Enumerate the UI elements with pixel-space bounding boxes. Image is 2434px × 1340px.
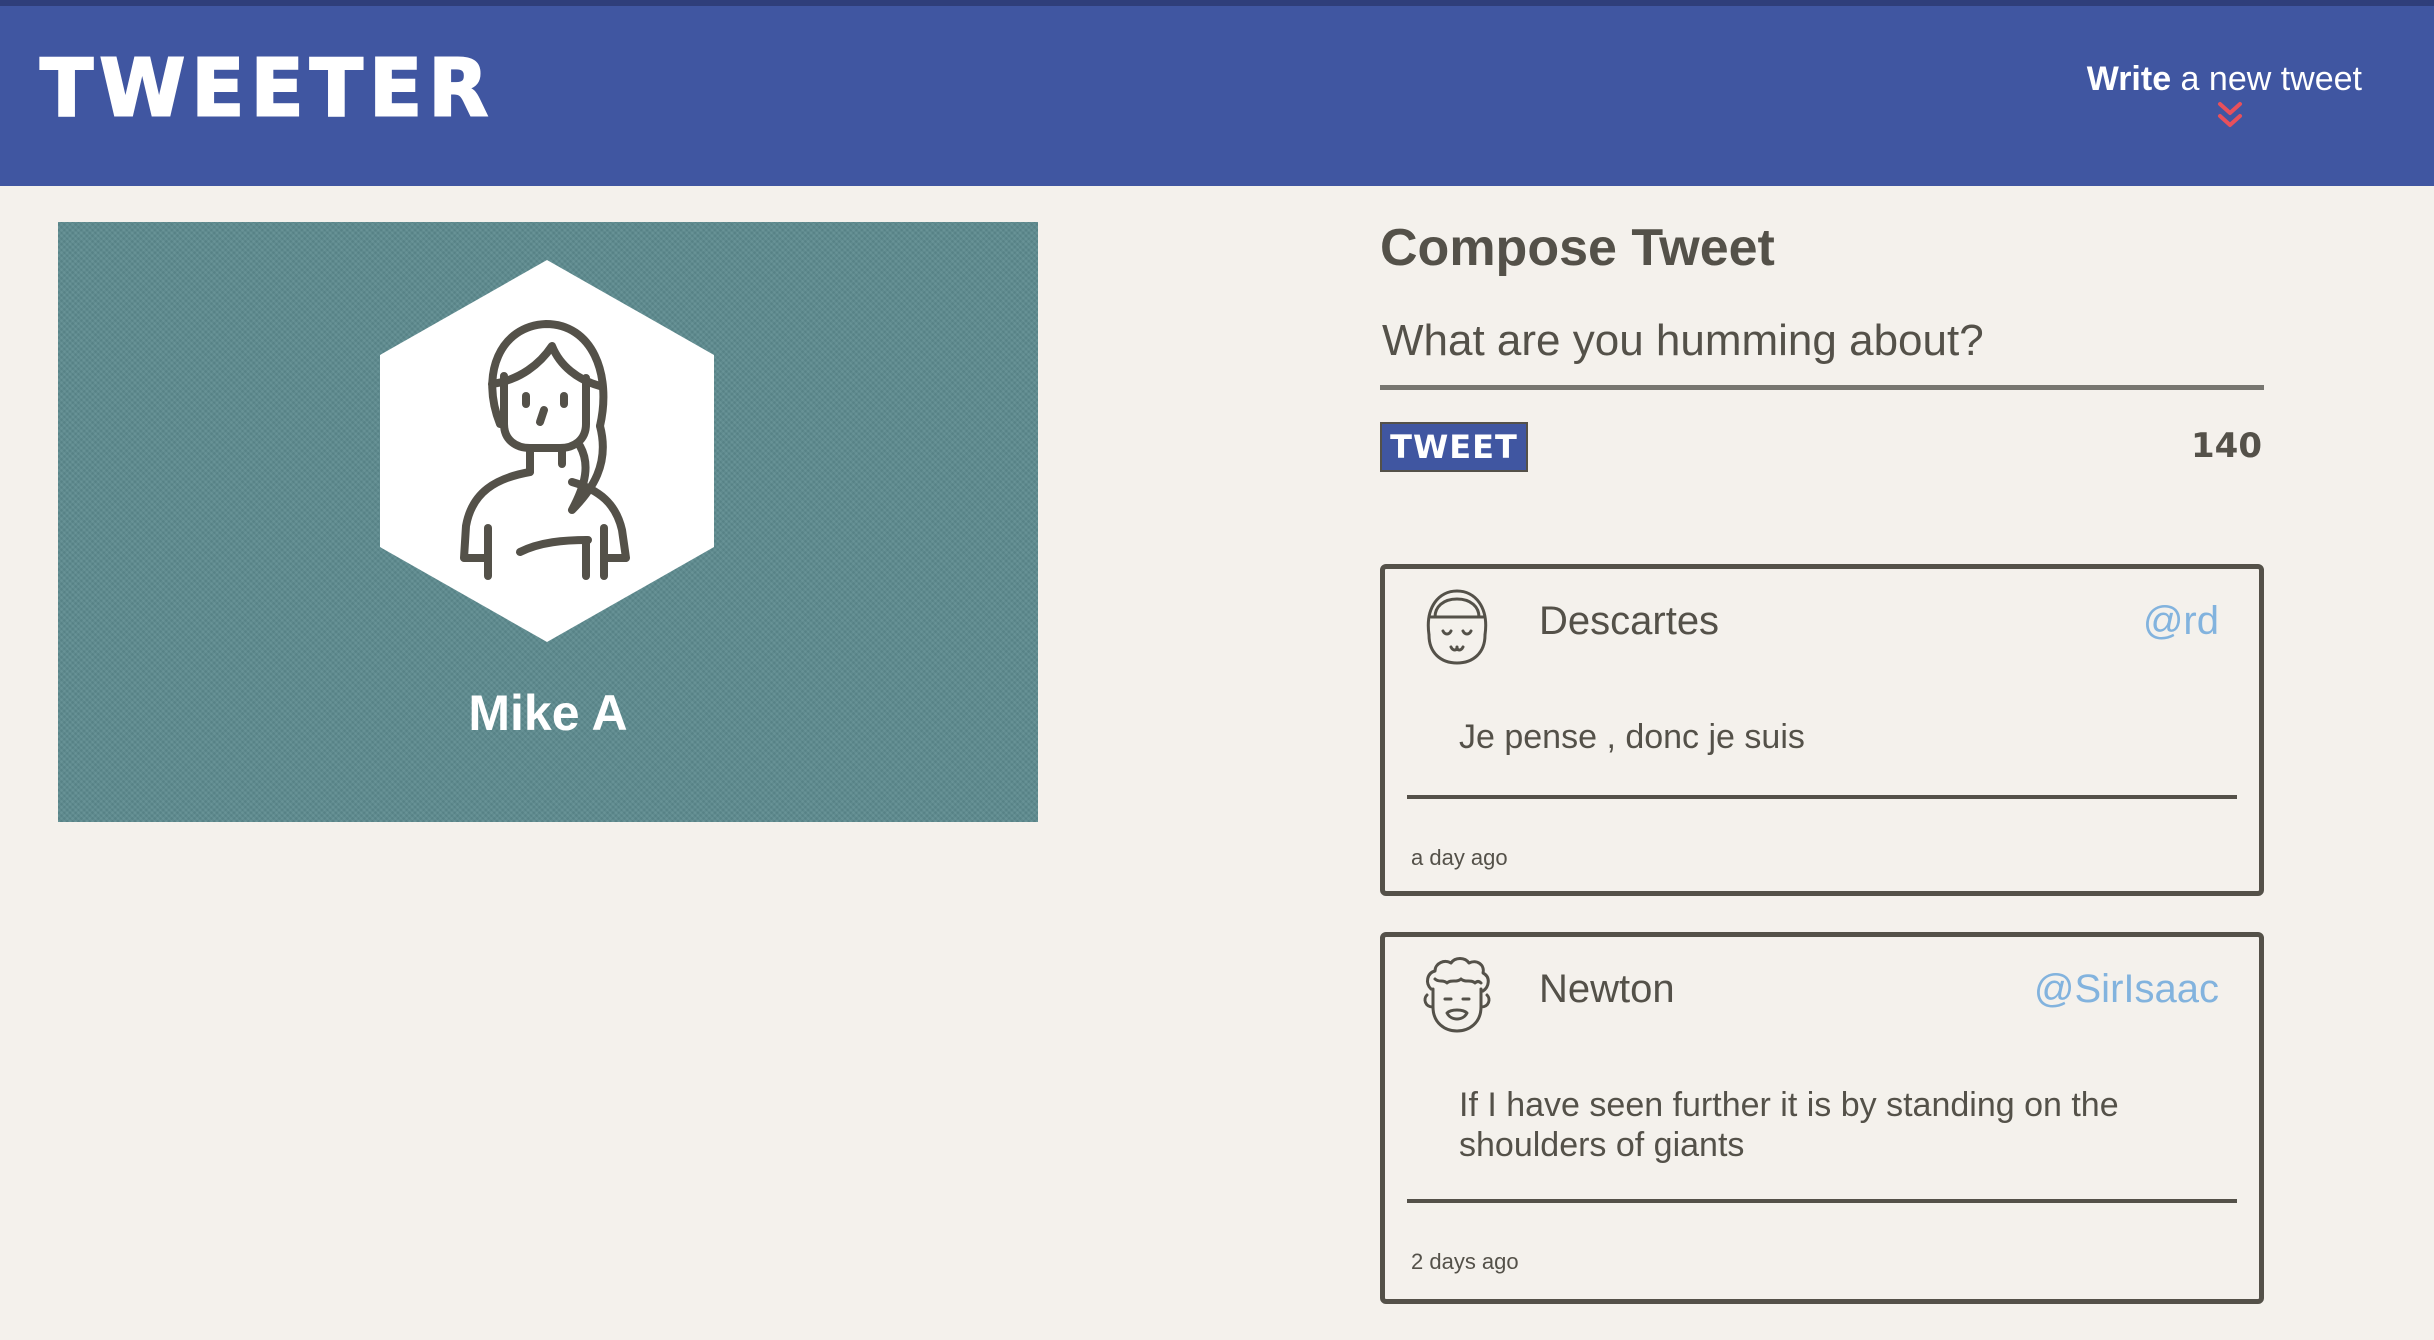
compose-title: Compose Tweet — [1380, 219, 1775, 277]
profile-banner: Mike A — [58, 222, 1038, 822]
write-new-tweet-label[interactable]: Write a new tweet — [2087, 60, 2362, 99]
write-strong-text: Write — [2086, 60, 2172, 98]
bangs-face-avatar-icon — [1426, 589, 1488, 665]
brand-logo[interactable]: TWEETER — [39, 48, 494, 130]
character-counter: 140 — [2191, 426, 2262, 466]
tweet-author-name: Descartes — [1539, 599, 1720, 643]
write-new-tweet-link[interactable]: Write a new tweet — [2087, 60, 2362, 131]
tweet-divider — [1407, 1199, 2237, 1203]
tweet-author-name: Newton — [1539, 967, 1675, 1011]
profile-name: Mike A — [468, 685, 628, 741]
tweet-card: Newton @SirIsaac If I have seen further … — [1380, 932, 2264, 1304]
compose-actions: TWEET 140 — [1380, 422, 2264, 474]
tweet-card: Descartes @rd Je pense , donc je suis a … — [1380, 564, 2264, 896]
tweet-author-handle[interactable]: @SirIsaac — [2034, 967, 2219, 1012]
top-navigation: TWEETER Write a new tweet — [0, 0, 2434, 186]
tweet-text-input[interactable] — [1380, 310, 2264, 390]
curly-hair-avatar-icon — [1423, 957, 1491, 1033]
woman-avatar-icon — [460, 320, 630, 580]
tweet-author-handle[interactable]: @rd — [2143, 599, 2219, 644]
compose-tweet-section: Compose Tweet TWEET 140 — [1380, 212, 2264, 474]
tweet-submit-button[interactable]: TWEET — [1380, 422, 1528, 472]
tweet-divider — [1407, 795, 2237, 799]
write-rest-text: a new tweet — [2171, 60, 2362, 98]
tweet-text: Je pense , donc je suis — [1459, 718, 1805, 756]
tweet-text: If I have seen further it is by standing… — [1459, 1086, 2119, 1164]
tweet-timestamp: a day ago — [1411, 845, 1508, 870]
tweet-timestamp: 2 days ago — [1411, 1249, 1519, 1274]
double-chevron-down-icon[interactable] — [2217, 101, 2243, 131]
